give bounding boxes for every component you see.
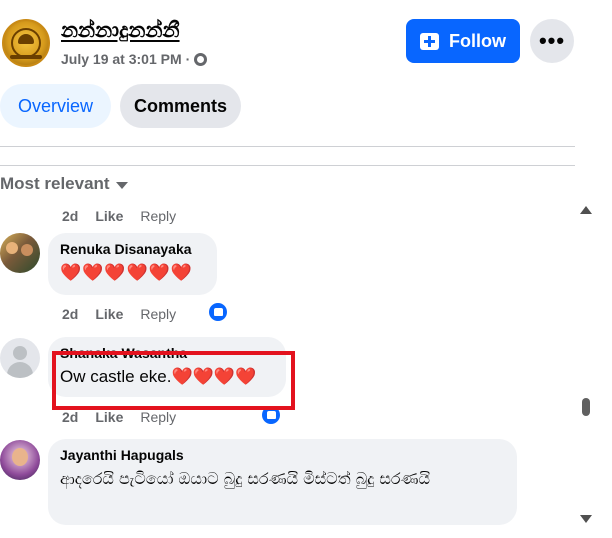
logo-text-bar [10,55,42,59]
comment-actions: 2d Like Reply [62,306,176,322]
page-avatar[interactable] [2,19,50,67]
post-meta: July 19 at 3:01 PM · [61,51,208,67]
comment-text: ❤️❤️❤️❤️❤️❤️ [60,263,194,282]
page-name[interactable]: නන්නාදුනන්නී [61,18,180,43]
meta-separator: · [185,51,191,67]
scroll-down-arrow-icon[interactable] [580,515,592,523]
reply-link[interactable]: Reply [140,409,176,425]
like-link[interactable]: Like [95,409,123,425]
follow-button[interactable]: Follow [406,19,520,63]
tab-overview[interactable]: Overview [0,84,111,128]
more-icon: ••• [538,28,566,53]
reply-link[interactable]: Reply [140,306,176,322]
scrollbar[interactable] [580,200,592,530]
post-date[interactable]: July 19 at 3:01 PM [61,51,182,67]
post-header: නන්නාදුනන්නී July 19 at 3:01 PM · Follow… [0,14,600,74]
more-options-button[interactable]: ••• [530,19,574,63]
comment-actions: 2d Like Reply [62,208,176,224]
like-link[interactable]: Like [95,306,123,322]
sort-label: Most relevant [0,174,110,193]
comment-author[interactable]: Jayanthi Hapugals [60,447,505,463]
divider [0,165,575,166]
comment-author[interactable]: Renuka Disanayaka [60,241,205,257]
comment-actions: 2d Like Reply [62,409,176,425]
comment-time[interactable]: 2d [62,409,78,425]
comment-time[interactable]: 2d [62,306,78,322]
avatar[interactable] [0,338,40,378]
like-link[interactable]: Like [95,208,123,224]
divider [0,146,575,147]
highlight-annotation [52,351,295,410]
like-icon[interactable] [207,301,229,323]
scrollbar-thumb[interactable] [582,398,590,416]
caret-down-icon [115,182,128,189]
sort-dropdown[interactable]: Most relevant [0,174,128,194]
comment-time[interactable]: 2d [62,208,78,224]
reply-link[interactable]: Reply [140,208,176,224]
avatar[interactable] [0,440,40,480]
follow-label: Follow [449,30,506,51]
tab-bar: Overview Comments [0,84,241,128]
follow-plus-icon [420,32,439,50]
tab-comments[interactable]: Comments [120,84,241,128]
logo-mark [18,34,34,44]
globe-icon [194,52,208,66]
avatar[interactable] [0,233,40,273]
comment-text: ආදරෙයි පැටියෝ ඔයාට බුදු සරණයි මිස්ටත් බු… [60,469,430,488]
scroll-up-arrow-icon[interactable] [580,206,592,214]
comment-bubble: Jayanthi Hapugals ආදරෙයි පැටියෝ ඔයාට බුද… [48,439,517,525]
comment-bubble: Renuka Disanayaka ❤️❤️❤️❤️❤️❤️ [48,233,217,295]
